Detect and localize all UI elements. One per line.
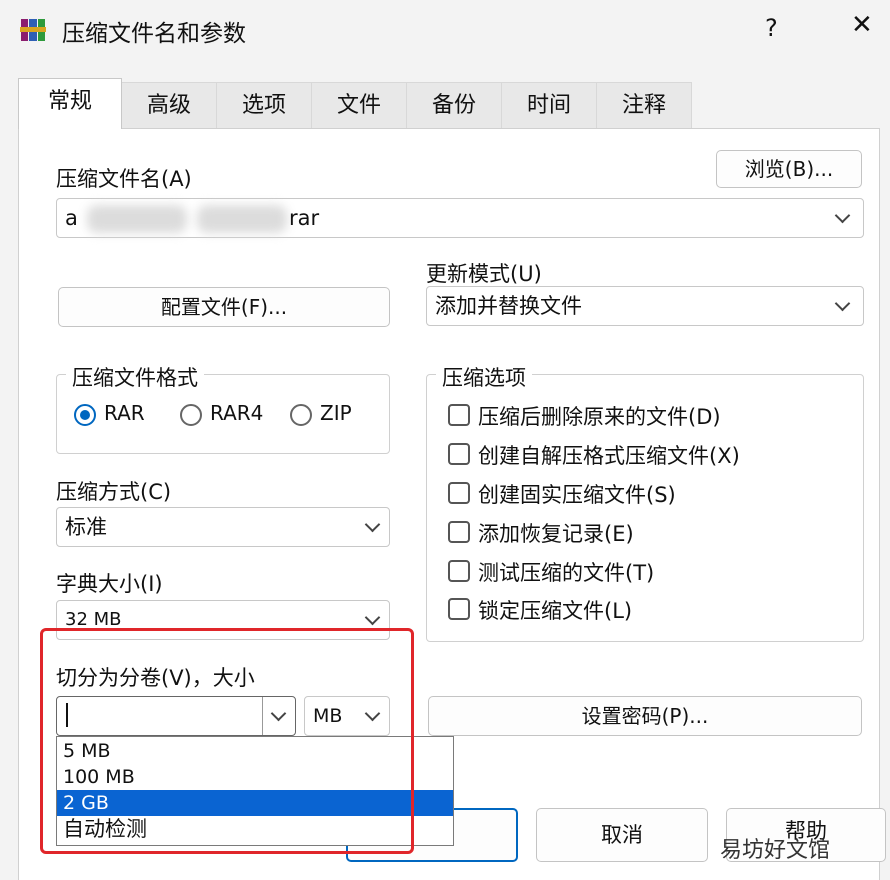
- create-sfx-checkbox[interactable]: [448, 443, 470, 465]
- rar-radio[interactable]: [74, 404, 96, 426]
- compression-method-select[interactable]: 标准: [56, 507, 390, 547]
- chevron-down-icon[interactable]: [364, 609, 381, 626]
- lock-archive-checkbox[interactable]: [448, 598, 470, 620]
- compression-method-label: 压缩方式(C): [56, 480, 172, 504]
- tab-comment[interactable]: 注释: [596, 82, 692, 128]
- split-volumes-label: 切分为分卷(V)，大小: [56, 666, 255, 690]
- help-icon[interactable]: ?: [765, 14, 778, 42]
- create-solid-checkbox[interactable]: [448, 482, 470, 504]
- archive-options-legend: 压缩选项: [436, 362, 532, 392]
- tab-options[interactable]: 选项: [216, 82, 312, 128]
- split-option-100mb[interactable]: 100 MB: [57, 764, 453, 790]
- lock-archive-label[interactable]: 锁定压缩文件(L): [478, 595, 632, 625]
- update-mode-label: 更新模式(U): [426, 262, 542, 286]
- split-unit-select[interactable]: MB: [304, 696, 390, 736]
- watermark: 易坊好文馆: [720, 838, 831, 863]
- test-files-label[interactable]: 测试压缩的文件(T): [478, 557, 654, 587]
- dictionary-size-value: 32 MB: [65, 609, 122, 630]
- title-bar: 压缩文件名和参数 ? ✕: [0, 0, 890, 62]
- test-files-checkbox[interactable]: [448, 560, 470, 582]
- winrar-app-icon: [20, 19, 46, 41]
- close-icon[interactable]: ✕: [851, 12, 873, 38]
- archive-name-label: 压缩文件名(A): [56, 167, 192, 191]
- dictionary-size-label: 字典大小(I): [56, 572, 163, 596]
- zip-radio[interactable]: [290, 404, 312, 426]
- create-sfx-label[interactable]: 创建自解压格式压缩文件(X): [478, 440, 740, 470]
- redacted-text: [87, 205, 187, 233]
- chevron-down-icon[interactable]: [834, 295, 851, 312]
- chevron-down-icon[interactable]: [364, 516, 381, 533]
- update-mode-select[interactable]: 添加并替换文件: [426, 286, 864, 326]
- recovery-record-label[interactable]: 添加恢复记录(E): [478, 518, 634, 548]
- tab-backup[interactable]: 备份: [406, 82, 502, 128]
- browse-button[interactable]: 浏览(B)...: [716, 150, 862, 188]
- split-unit-value: MB: [313, 705, 343, 727]
- rar4-label[interactable]: RAR4: [210, 401, 263, 425]
- zip-label[interactable]: ZIP: [320, 401, 352, 425]
- recovery-record-checkbox[interactable]: [448, 521, 470, 543]
- tab-general[interactable]: 常规: [18, 78, 122, 129]
- tab-bar: 常规 高级 选项 文件 备份 时间 注释: [18, 78, 878, 129]
- split-option-2gb[interactable]: 2 GB: [57, 790, 453, 816]
- redacted-text: [197, 205, 287, 233]
- split-size-dropdown: 5 MB 100 MB 2 GB 自动检测: [56, 736, 454, 846]
- dictionary-size-select[interactable]: 32 MB: [56, 600, 390, 640]
- tab-time[interactable]: 时间: [501, 82, 597, 128]
- chevron-down-icon[interactable]: [364, 705, 381, 722]
- set-password-button[interactable]: 设置密码(P)...: [428, 696, 862, 736]
- rar-label[interactable]: RAR: [104, 401, 145, 425]
- rar4-radio[interactable]: [180, 404, 202, 426]
- archive-name-start: a: [65, 206, 78, 230]
- delete-files-label[interactable]: 压缩后删除原来的文件(D): [478, 401, 721, 431]
- cancel-button[interactable]: 取消: [536, 808, 708, 862]
- update-mode-value: 添加并替换文件: [435, 294, 582, 318]
- create-solid-label[interactable]: 创建固实压缩文件(S): [478, 479, 676, 509]
- archive-format-legend: 压缩文件格式: [66, 362, 204, 392]
- delete-files-checkbox[interactable]: [448, 404, 470, 426]
- chevron-down-icon[interactable]: [834, 207, 851, 224]
- archive-name-field[interactable]: a rar: [56, 198, 864, 238]
- profiles-button[interactable]: 配置文件(F)...: [58, 287, 390, 327]
- chevron-down-icon[interactable]: [270, 705, 287, 722]
- tab-files[interactable]: 文件: [311, 82, 407, 128]
- tab-advanced[interactable]: 高级: [121, 82, 217, 128]
- window-title: 压缩文件名和参数: [62, 21, 246, 47]
- compression-method-value: 标准: [65, 515, 107, 539]
- split-option-5mb[interactable]: 5 MB: [57, 738, 453, 764]
- archive-name-extension: rar: [289, 206, 320, 230]
- split-option-auto[interactable]: 自动检测: [57, 816, 453, 842]
- combo-divider: [262, 697, 263, 735]
- text-cursor: [66, 703, 68, 727]
- split-size-input[interactable]: [56, 696, 296, 736]
